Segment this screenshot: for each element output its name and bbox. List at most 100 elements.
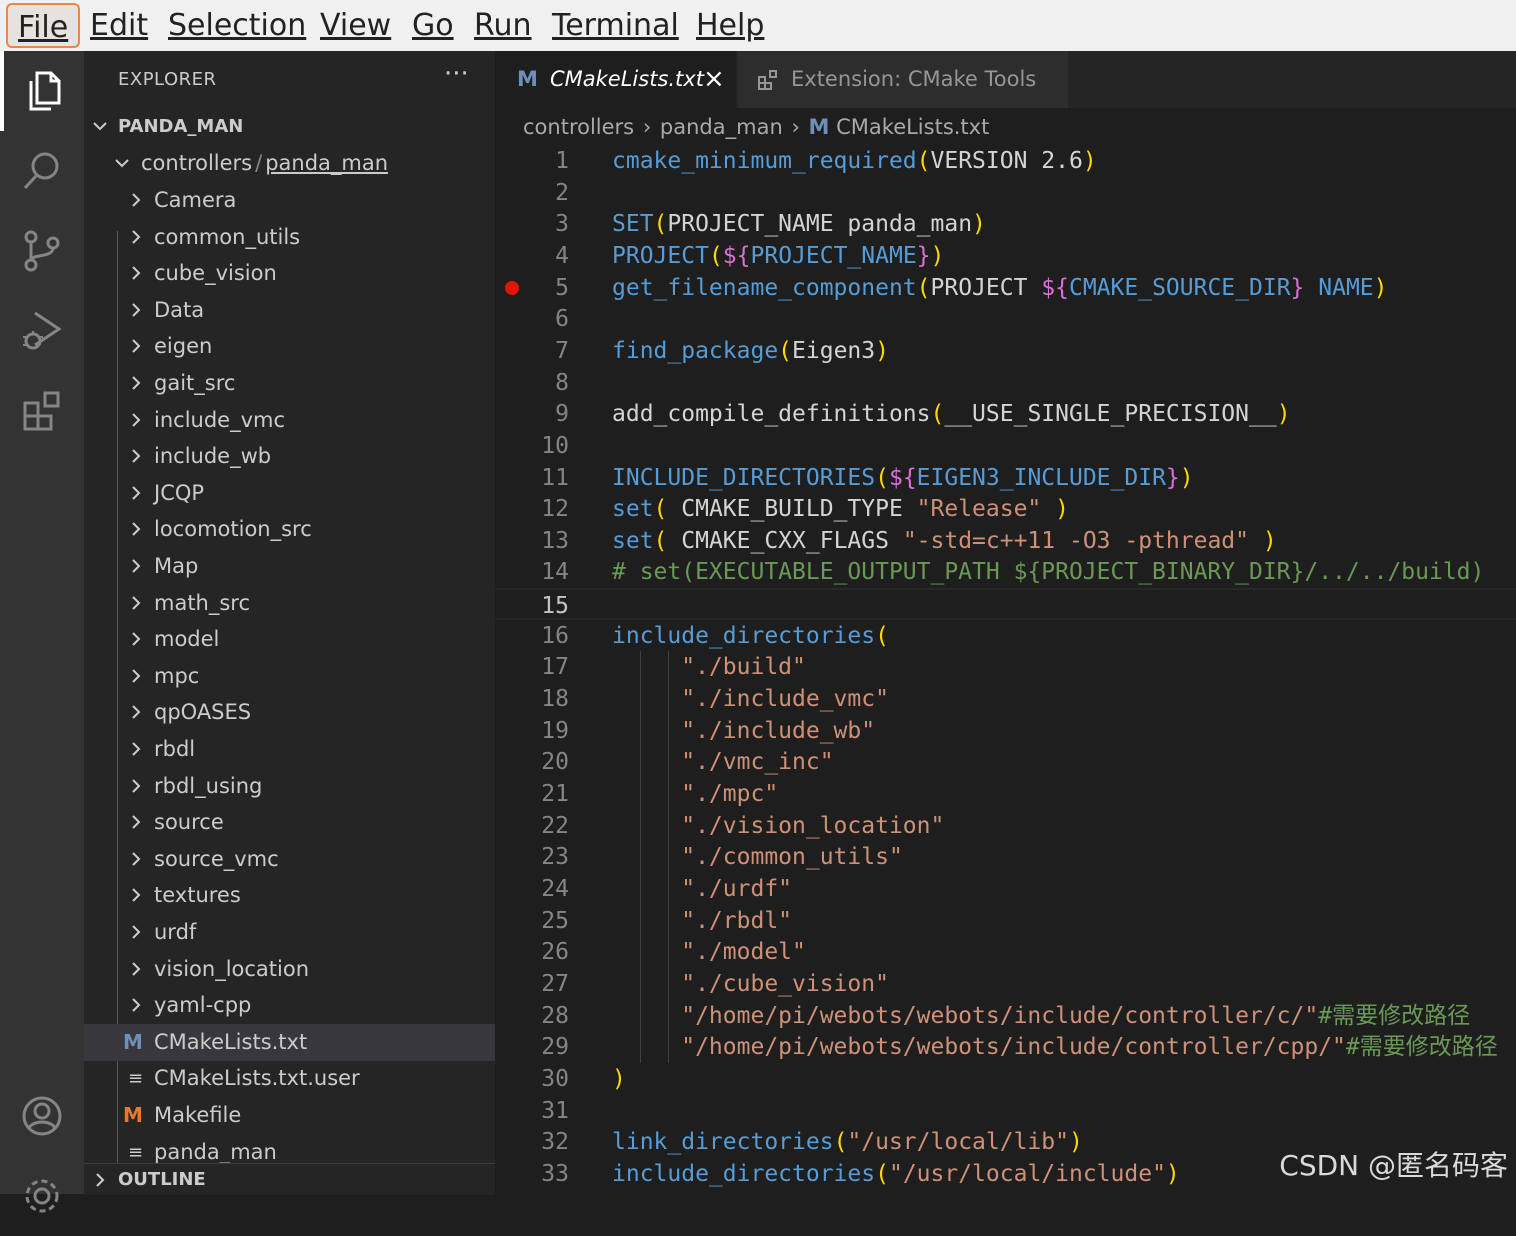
code-line[interactable]: 30) bbox=[495, 1063, 1516, 1095]
code-line[interactable]: 5 get_filename_component(PROJECT ${CMAKE_… bbox=[495, 272, 1516, 304]
folder-map[interactable]: Map bbox=[84, 548, 495, 585]
menu-help[interactable]: Help bbox=[696, 0, 764, 51]
folder-controllers-panda-man[interactable]: controllers / panda_man bbox=[84, 145, 495, 182]
folder-rbdl-using[interactable]: rbdl_using bbox=[84, 768, 495, 805]
code-token: ( bbox=[916, 148, 931, 174]
code-line[interactable]: 12 set( CMAKE_BUILD_TYPE "Release" ) bbox=[495, 493, 1516, 525]
search-activity-button[interactable] bbox=[0, 131, 84, 211]
manage-activity-button[interactable] bbox=[0, 1156, 84, 1236]
more-actions-button[interactable]: ··· bbox=[444, 59, 469, 89]
code-token: "./common_utils" bbox=[612, 844, 903, 871]
extensions-activity-button[interactable] bbox=[0, 371, 84, 451]
folder-segment-panda-man[interactable]: panda_man bbox=[265, 151, 388, 175]
menu-view[interactable]: View bbox=[320, 0, 391, 51]
explorer-activity-button[interactable] bbox=[0, 51, 84, 131]
code-token: ( bbox=[653, 527, 682, 554]
folder-textures[interactable]: textures bbox=[84, 877, 495, 914]
code-token: ) bbox=[1041, 496, 1069, 523]
code-line[interactable]: 11 INCLUDE_DIRECTORIES(${EIGEN3_INCLUDE_D… bbox=[495, 462, 1516, 494]
code-line[interactable]: 13 set( CMAKE_CXX_FLAGS "-std=c++11 -O3 -… bbox=[495, 525, 1516, 557]
tab-extension-cmake-tools[interactable]: Extension: CMake Tools bbox=[738, 51, 1068, 108]
code-line[interactable]: 1 cmake_minimum_required(VERSION 2.6) bbox=[495, 145, 1516, 177]
chevron-right-icon bbox=[132, 376, 141, 390]
run-debug-activity-button[interactable] bbox=[0, 291, 84, 371]
code-line[interactable]: 7 find_package(Eigen3) bbox=[495, 335, 1516, 367]
breadcrumb-file[interactable]: CMakeLists.txt bbox=[836, 115, 989, 139]
code-line[interactable]: 28 "/home/pi/webots/webots/include/contr… bbox=[495, 1000, 1516, 1032]
line-number: 23 bbox=[541, 844, 569, 871]
menu-go[interactable]: Go bbox=[412, 0, 454, 51]
outline-section-header[interactable]: OUTLINE bbox=[84, 1163, 495, 1195]
folder-eigen[interactable]: eigen bbox=[84, 328, 495, 365]
folder-urdf[interactable]: urdf bbox=[84, 914, 495, 951]
folder-model[interactable]: model bbox=[84, 621, 495, 658]
code-token: set bbox=[612, 527, 654, 554]
folder-yaml-cpp[interactable]: yaml-cpp bbox=[84, 987, 495, 1024]
folder-data[interactable]: Data bbox=[84, 292, 495, 329]
close-icon[interactable]: × bbox=[703, 51, 725, 108]
code-line[interactable]: 10 bbox=[495, 430, 1516, 462]
folder-source-vmc[interactable]: source_vmc bbox=[84, 841, 495, 878]
menu-selection[interactable]: Selection bbox=[168, 0, 306, 51]
menu-terminal[interactable]: Terminal bbox=[552, 0, 679, 51]
code-line[interactable]: 9 add_compile_definitions(__USE_SINGLE_PR… bbox=[495, 398, 1516, 430]
code-line[interactable]: 16 include_directories( bbox=[495, 620, 1516, 652]
code-token: CMAKE_BUILD_TYPE bbox=[681, 496, 917, 523]
code-line[interactable]: 24 "./urdf" bbox=[495, 873, 1516, 905]
code-line[interactable]: 14 # set(EXECUTABLE_OUTPUT_PATH ${PROJECT… bbox=[495, 556, 1516, 588]
menu-file[interactable]: File bbox=[6, 3, 81, 48]
file-cmakelists-txt[interactable]: M CMakeLists.txt bbox=[84, 1023, 495, 1061]
code-line[interactable]: 22 "./vision_location" bbox=[495, 810, 1516, 842]
code-line[interactable]: 8 bbox=[495, 367, 1516, 399]
folder-common-utils[interactable]: common_utils bbox=[84, 219, 495, 256]
folder-math-src[interactable]: math_src bbox=[84, 585, 495, 622]
line-number: 13 bbox=[541, 527, 569, 554]
code-token: "./model" bbox=[612, 939, 806, 966]
code-line[interactable]: 25 "./rbdl" bbox=[495, 905, 1516, 937]
chevron-right-icon bbox=[132, 229, 141, 244]
tab-cmakelists[interactable]: M CMakeLists.txt × bbox=[495, 51, 736, 108]
breadcrumb-controllers[interactable]: controllers bbox=[523, 115, 634, 139]
source-control-activity-button[interactable] bbox=[0, 211, 84, 291]
code-line[interactable]: 17 "./build" bbox=[495, 651, 1516, 683]
code-line[interactable]: 2 bbox=[495, 177, 1516, 209]
accounts-activity-button[interactable] bbox=[0, 1076, 84, 1156]
folder-include-wb[interactable]: include_wb bbox=[84, 438, 495, 475]
code-line[interactable]: 19 "./include_wb" bbox=[495, 715, 1516, 747]
folder-jcqp[interactable]: JCQP bbox=[84, 475, 495, 512]
code-line[interactable]: 3 SET(PROJECT_NAME panda_man) bbox=[495, 208, 1516, 240]
file-makefile[interactable]: M Makefile bbox=[84, 1097, 495, 1134]
code-line[interactable]: 21 "./mpc" bbox=[495, 778, 1516, 810]
chevron-right-icon bbox=[132, 559, 141, 573]
folder-vision-location[interactable]: vision_location bbox=[84, 951, 495, 988]
folder-camera[interactable]: Camera bbox=[84, 182, 495, 219]
code-line[interactable]: 29 "/home/pi/webots/webots/include/contr… bbox=[495, 1031, 1516, 1063]
code-line[interactable]: 6 bbox=[495, 303, 1516, 335]
folder-locomotion-src[interactable]: locomotion_src bbox=[84, 511, 495, 548]
folder-mpc[interactable]: mpc bbox=[84, 658, 495, 695]
code-line[interactable]: 26 "./model" bbox=[495, 936, 1516, 968]
folder-rbdl[interactable]: rbdl bbox=[84, 731, 495, 768]
folder-cube-vision[interactable]: cube_vision bbox=[84, 255, 495, 292]
code-line[interactable]: 23 "./common_utils" bbox=[495, 841, 1516, 873]
code-editor[interactable]: 1 cmake_minimum_required(VERSION 2.6) 2 3 SE… bbox=[495, 145, 1516, 1194]
code-line[interactable]: 20 "./vmc_inc" bbox=[495, 746, 1516, 778]
folder-segment-controllers[interactable]: controllers bbox=[141, 151, 252, 175]
code-line[interactable]: 15 bbox=[495, 588, 1516, 621]
folder-gait-src[interactable]: gait_src bbox=[84, 365, 495, 402]
folder-source[interactable]: source bbox=[84, 804, 495, 841]
code-line[interactable]: 18 "./include_vmc" bbox=[495, 683, 1516, 715]
menu-run[interactable]: Run bbox=[474, 0, 532, 51]
menu-edit[interactable]: Edit bbox=[90, 0, 148, 51]
file-cmakelists-txt-user[interactable]: ≡ CMakeLists.txt.user bbox=[84, 1060, 495, 1097]
code-line[interactable]: 27 "./cube_vision" bbox=[495, 968, 1516, 1000]
folder-qpoases[interactable]: qpOASES bbox=[84, 694, 495, 731]
cmake-icon: M bbox=[123, 1029, 143, 1054]
code-text: "./mpc" bbox=[612, 778, 778, 810]
workspace-root[interactable]: PANDA_MAN bbox=[84, 108, 495, 145]
folder-include-vmc[interactable]: include_vmc bbox=[84, 402, 495, 439]
breadcrumb-panda-man[interactable]: panda_man bbox=[660, 115, 783, 139]
line-number: 17 bbox=[541, 654, 569, 681]
code-line[interactable]: 4 PROJECT(${PROJECT_NAME}) bbox=[495, 240, 1516, 272]
code-line[interactable]: 31 bbox=[495, 1095, 1516, 1127]
